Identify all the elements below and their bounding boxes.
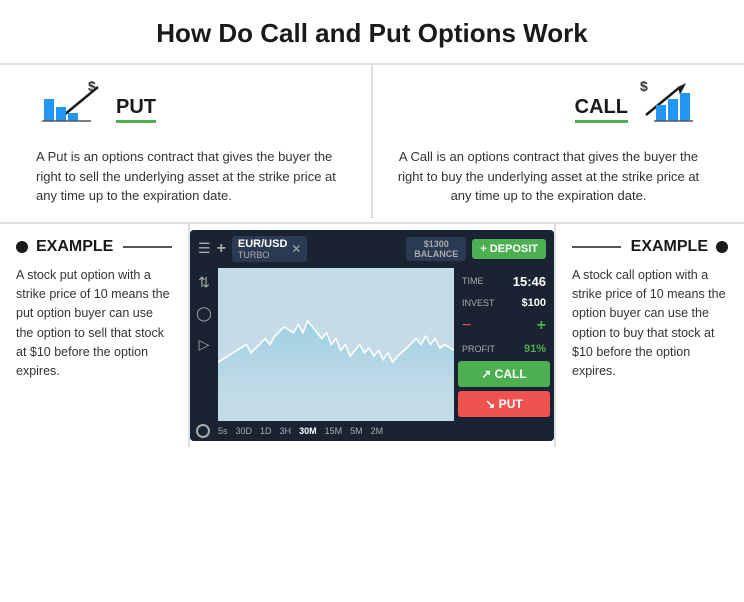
- example-left-dot: [16, 241, 28, 253]
- call-button[interactable]: ↗ CALL: [458, 361, 550, 387]
- call-title: CALL: [575, 96, 628, 119]
- terminal-footer-circle: [196, 424, 210, 438]
- call-chart-icon: $: [638, 77, 708, 137]
- deposit-button[interactable]: + DEPOSIT: [472, 239, 546, 259]
- example-right-dot: [716, 241, 728, 253]
- svg-text:$: $: [640, 78, 648, 94]
- terminal-balance: $1300 BALANCE: [406, 237, 466, 261]
- terminal-timeframes: 5s 30D 1D 3H 30M 15M 5M 2M: [218, 426, 383, 436]
- invest-plus-btn[interactable]: +: [537, 317, 546, 335]
- example-left-label: EXAMPLE: [36, 238, 113, 256]
- terminal-pair[interactable]: EUR/USD TURBO ✕: [232, 236, 308, 262]
- terminal-chart: [218, 268, 454, 421]
- put-button[interactable]: ↘ PUT: [458, 391, 550, 417]
- page-title: How Do Call and Put Options Work: [0, 0, 744, 63]
- terminal-sidebar-play-icon: ▷: [199, 336, 210, 353]
- put-chart-icon: $: [36, 77, 106, 137]
- terminal-sidebar-search-icon: ◯: [196, 305, 212, 322]
- example-right-label: EXAMPLE: [631, 238, 708, 256]
- terminal-pair-type: TURBO: [238, 250, 288, 260]
- terminal-hamburger-icon: ☰: [198, 240, 211, 257]
- terminal-invest-row: INVEST $100: [458, 295, 550, 311]
- call-example-text: A stock call option with a strike price …: [572, 266, 728, 382]
- terminal-close-icon[interactable]: ✕: [291, 242, 301, 256]
- terminal-time-row: TIME 15:46: [458, 272, 550, 291]
- put-description: A Put is an options contract that gives …: [36, 147, 355, 206]
- invest-minus-btn[interactable]: −: [462, 317, 471, 335]
- terminal-sidebar-arrows-icon: ⇅: [198, 274, 210, 291]
- terminal-add-icon[interactable]: +: [217, 240, 226, 258]
- terminal-profit-row: PROFIT 91%: [458, 341, 550, 357]
- put-title: PUT: [116, 96, 156, 119]
- terminal-pair-name: EUR/USD: [238, 238, 288, 250]
- call-description: A Call is an options contract that gives…: [389, 147, 708, 206]
- put-example-text: A stock put option with a strike price o…: [16, 266, 172, 382]
